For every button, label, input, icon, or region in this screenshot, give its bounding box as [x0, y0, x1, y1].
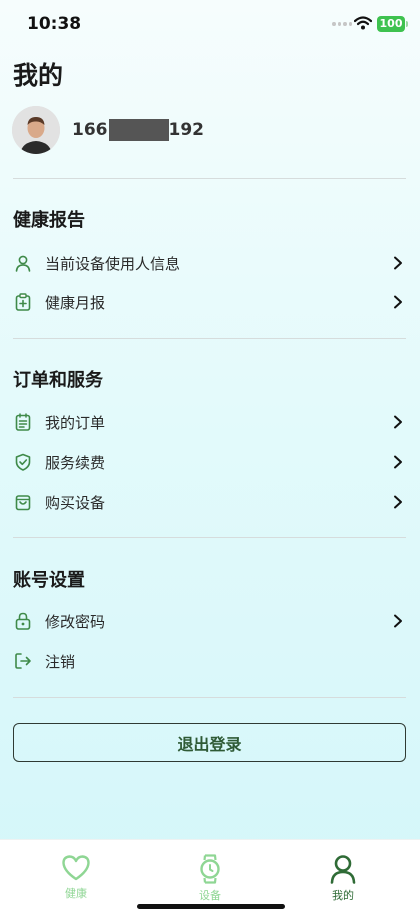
- status-bar: 10:38 100: [0, 0, 420, 48]
- menu-item-user-info[interactable]: 当前设备使用人信息: [13, 248, 406, 278]
- divider: [13, 338, 406, 339]
- phone-suffix: 192: [168, 120, 205, 140]
- menu-item-label: 注销: [45, 652, 76, 671]
- tab-label: 我的: [332, 889, 354, 902]
- chevron-right-icon: [390, 494, 406, 510]
- divider: [13, 178, 406, 179]
- shield-check-icon: [13, 452, 33, 472]
- tab-device[interactable]: 设备: [180, 854, 240, 903]
- logout-button[interactable]: 退出登录: [13, 723, 406, 762]
- user-icon: [330, 855, 356, 884]
- chevron-right-icon: [390, 414, 406, 430]
- menu-item-label: 健康月报: [45, 293, 106, 312]
- clipboard-plus-icon: [13, 292, 33, 312]
- chevron-right-icon: [390, 613, 406, 629]
- menu-item-label: 当前设备使用人信息: [45, 254, 181, 273]
- status-time: 10:38: [27, 14, 82, 34]
- page-title: 我的: [13, 61, 64, 90]
- avatar[interactable]: [12, 106, 60, 154]
- phone-mask: [108, 119, 169, 141]
- wifi-icon: [354, 16, 372, 30]
- shopping-bag-icon: [13, 492, 33, 512]
- phone-number: 166 192: [72, 119, 204, 141]
- home-indicator: [137, 904, 285, 909]
- signal-dots-icon: [332, 22, 352, 28]
- menu-item-label: 我的订单: [45, 413, 106, 432]
- chevron-right-icon: [390, 454, 406, 470]
- lock-icon: [13, 611, 33, 631]
- divider: [13, 697, 406, 698]
- heart-icon: [62, 855, 90, 881]
- menu-item-buy-device[interactable]: 购买设备: [13, 487, 406, 517]
- sign-out-icon: [13, 651, 33, 671]
- menu-item-label: 购买设备: [45, 493, 106, 512]
- menu-item-change-password[interactable]: 修改密码: [13, 606, 406, 636]
- tab-health[interactable]: 健康: [46, 854, 106, 901]
- tab-mine[interactable]: 我的: [313, 854, 373, 903]
- watch-icon: [200, 854, 220, 884]
- divider: [13, 537, 406, 538]
- phone-prefix: 166: [72, 120, 108, 140]
- profile-header[interactable]: 166 192: [12, 105, 204, 155]
- menu-item-label: 修改密码: [45, 612, 106, 631]
- tab-label: 健康: [65, 887, 87, 900]
- menu-item-deregister[interactable]: 注销: [13, 646, 406, 676]
- chevron-right-icon: [390, 294, 406, 310]
- person-icon: [13, 253, 33, 273]
- chevron-right-icon: [390, 255, 406, 271]
- menu-item-service-renewal[interactable]: 服务续费: [13, 447, 406, 477]
- section-title-health-report: 健康报告: [13, 210, 85, 231]
- section-title-account-settings: 账号设置: [13, 570, 85, 591]
- tab-label: 设备: [199, 889, 221, 902]
- menu-item-my-orders[interactable]: 我的订单: [13, 407, 406, 437]
- order-list-icon: [13, 412, 33, 432]
- battery-indicator: 100: [377, 16, 408, 32]
- menu-item-label: 服务续费: [45, 453, 106, 472]
- section-title-orders-services: 订单和服务: [13, 370, 103, 391]
- menu-item-monthly-report[interactable]: 健康月报: [13, 287, 406, 317]
